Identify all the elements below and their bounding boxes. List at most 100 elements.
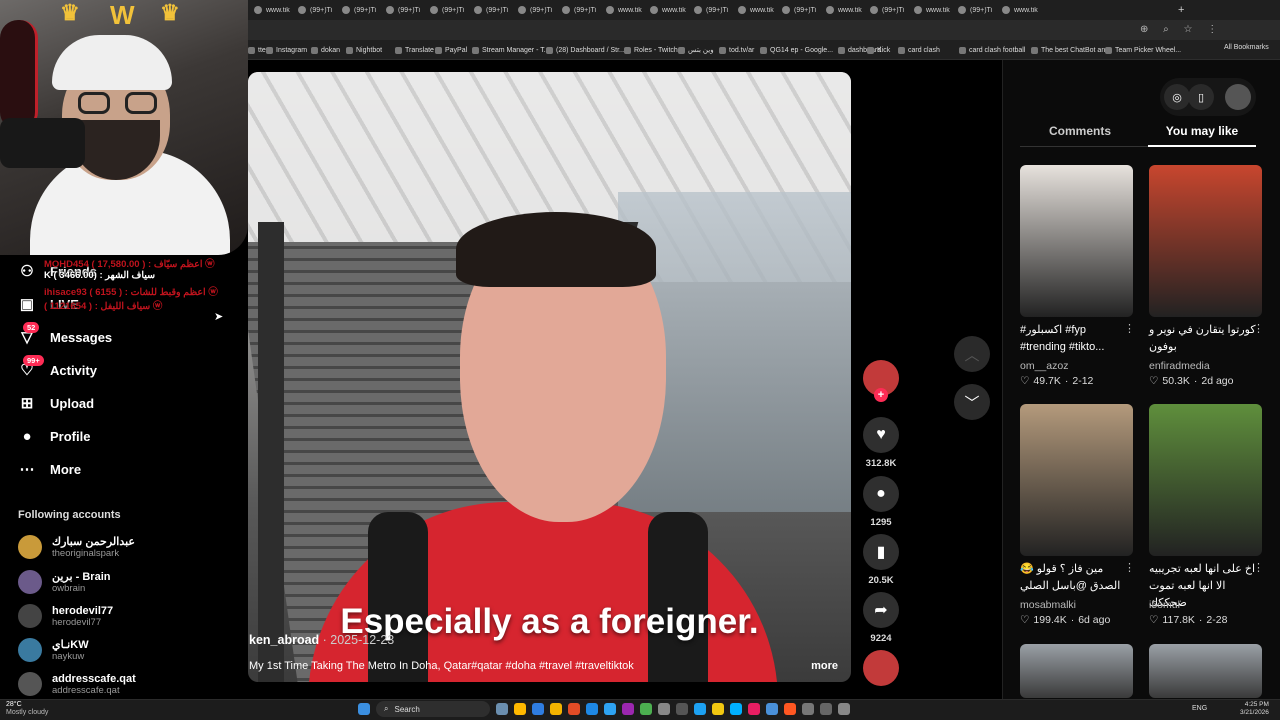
taskbar-app-icon[interactable] bbox=[748, 703, 760, 715]
video-player[interactable]: Especially as a foreigner. ken_abroad · … bbox=[248, 72, 851, 682]
more-options-icon[interactable]: ⋮ bbox=[1253, 561, 1264, 574]
video-thumbnail[interactable] bbox=[1149, 644, 1262, 698]
recommended-author[interactable]: om__azoz bbox=[1020, 360, 1068, 372]
video-thumbnail[interactable] bbox=[1020, 165, 1133, 317]
next-video-button[interactable]: ﹀ bbox=[954, 384, 990, 420]
bookmark-item[interactable]: وين بتس bbox=[678, 44, 714, 56]
phone-icon[interactable]: ▯ bbox=[1188, 84, 1214, 110]
browser-tab[interactable]: (99+)Ti bbox=[688, 2, 732, 18]
browser-tab[interactable]: (99+)Ti bbox=[512, 2, 556, 18]
bookmark-item[interactable]: Roles - Twitch bbox=[624, 44, 678, 56]
taskbar-app-icon[interactable] bbox=[640, 703, 652, 715]
clock[interactable]: 4:25 PM 3/21/2026 bbox=[1240, 701, 1269, 717]
more-button[interactable]: more bbox=[811, 660, 838, 672]
taskbar-app-icon[interactable] bbox=[820, 703, 832, 715]
recommended-title[interactable]: 😂 مين فاز ؟ قولو الصدق @باسل الصلي bbox=[1020, 561, 1133, 595]
following-account[interactable]: herodevil77 herodevil77 bbox=[18, 604, 113, 628]
browser-tab[interactable]: www.tik bbox=[820, 2, 864, 18]
browser-tab[interactable]: (99+)Ti bbox=[556, 2, 600, 18]
browser-tab[interactable]: (99+)Ti bbox=[776, 2, 820, 18]
taskbar-app-icon[interactable] bbox=[514, 703, 526, 715]
bookmark-item[interactable]: card clash bbox=[898, 44, 940, 56]
browser-tab[interactable]: www.tik bbox=[644, 2, 688, 18]
taskbar-app-icon[interactable] bbox=[550, 703, 562, 715]
browser-tab[interactable]: www.tik bbox=[248, 2, 292, 18]
recommended-author[interactable]: mosabmalki bbox=[1020, 599, 1076, 611]
heart-icon[interactable]: ♥ bbox=[863, 417, 899, 453]
tab-you-may-like[interactable]: You may like bbox=[1148, 124, 1256, 138]
profile-avatar[interactable] bbox=[1225, 84, 1251, 110]
account-avatar[interactable] bbox=[18, 604, 42, 628]
taskbar-app-icon[interactable] bbox=[622, 703, 634, 715]
browser-tab[interactable]: (99+)Ti bbox=[292, 2, 336, 18]
account-avatar[interactable] bbox=[18, 638, 42, 662]
account-avatar[interactable] bbox=[18, 535, 42, 559]
sidebar-item-upload[interactable]: ⊞ Upload bbox=[18, 394, 94, 412]
bookmark-item[interactable]: Team Picker Wheel... bbox=[1105, 44, 1181, 56]
taskbar-app-icon[interactable] bbox=[496, 703, 508, 715]
taskbar-search[interactable]: ⌕ Search bbox=[376, 701, 490, 717]
taskbar-app-icon[interactable] bbox=[568, 703, 580, 715]
creator-avatar-button[interactable]: + bbox=[863, 360, 899, 402]
taskbar-app-icon[interactable] bbox=[532, 703, 544, 715]
video-author[interactable]: ken_abroad · 2025-12-23 bbox=[249, 633, 394, 647]
account-avatar[interactable] bbox=[18, 672, 42, 696]
following-account[interactable]: عبدالرحمن سبارك theoriginalspark bbox=[18, 535, 135, 559]
share-action[interactable]: ➦ 9224 bbox=[863, 592, 899, 644]
bookmark-item[interactable]: The best ChatBot an... bbox=[1031, 44, 1111, 56]
taskbar-app-icon[interactable] bbox=[802, 703, 814, 715]
follow-plus-icon[interactable]: + bbox=[874, 388, 888, 402]
bookmark-item[interactable]: QG14 ep - Google... bbox=[760, 44, 833, 56]
taskbar-app-icon[interactable] bbox=[784, 703, 796, 715]
following-account[interactable]: برين - Brain owbrain bbox=[18, 570, 110, 594]
taskbar-app-icon[interactable] bbox=[586, 703, 598, 715]
tab-comments[interactable]: Comments bbox=[1020, 124, 1140, 138]
more-options-icon[interactable]: ⋮ bbox=[1124, 561, 1135, 574]
taskbar-app-icon[interactable] bbox=[838, 703, 850, 715]
video-thumbnail[interactable] bbox=[1149, 404, 1262, 556]
taskbar-app-icon[interactable] bbox=[712, 703, 724, 715]
browser-tab[interactable]: (99+)Ti bbox=[468, 2, 512, 18]
taskbar-app-icon[interactable] bbox=[730, 703, 742, 715]
browser-tab[interactable]: (99+)Ti bbox=[864, 2, 908, 18]
compass-icon[interactable]: ◎ bbox=[1164, 84, 1190, 110]
browser-tab[interactable]: (99+)Ti bbox=[952, 2, 996, 18]
new-tab-button[interactable]: + bbox=[1172, 2, 1188, 18]
bookmark-item[interactable]: Kick bbox=[867, 44, 890, 56]
music-disc-button[interactable] bbox=[863, 650, 899, 686]
bookmark-item[interactable]: PayPal bbox=[435, 44, 467, 56]
recommended-author[interactable]: enfiradmedia bbox=[1149, 360, 1210, 372]
bookmark-item[interactable]: dokan bbox=[311, 44, 340, 56]
bookmark-item[interactable]: (28) Dashboard / Str... bbox=[546, 44, 625, 56]
weather-widget[interactable]: 28°C Mostly cloudy bbox=[6, 701, 48, 717]
comment-icon[interactable]: ● bbox=[863, 476, 899, 512]
more-options-icon[interactable]: ⋮ bbox=[1253, 322, 1264, 335]
following-account[interactable]: نـايKW naykuw bbox=[18, 638, 89, 662]
music-disc-icon[interactable] bbox=[863, 650, 899, 686]
video-thumbnail[interactable] bbox=[1149, 165, 1262, 317]
sidebar-item-more[interactable]: ⋯ More bbox=[18, 460, 82, 478]
all-bookmarks-link[interactable]: All Bookmarks bbox=[1224, 44, 1269, 51]
video-thumbnail[interactable] bbox=[1020, 404, 1133, 556]
recommended-author[interactable]: i5omul bbox=[1149, 599, 1180, 611]
bookmark-item[interactable]: Stream Manager - T... bbox=[472, 44, 550, 56]
bookmark-icon[interactable]: ▮ bbox=[863, 534, 899, 570]
language-indicator[interactable]: ENG bbox=[1192, 705, 1207, 712]
recommended-title[interactable]: كورتوا يتقارن في نوير و بوفون bbox=[1149, 322, 1262, 356]
recommended-title[interactable]: #اكسبلور #fyp #trending #tikto... bbox=[1020, 322, 1133, 356]
taskbar-app-icon[interactable] bbox=[766, 703, 778, 715]
share-icon[interactable]: ➦ bbox=[863, 592, 899, 628]
windows-start-icon[interactable] bbox=[358, 703, 370, 715]
bookmark-item[interactable]: tod.tv/ar bbox=[719, 44, 754, 56]
browser-tab[interactable]: (99+)Ti bbox=[424, 2, 468, 18]
sidebar-item-profile[interactable]: ● Profile bbox=[18, 427, 90, 445]
save-action[interactable]: ▮ 20.5K bbox=[863, 534, 899, 586]
taskbar-app-icon[interactable] bbox=[604, 703, 616, 715]
browser-toolbar-icons[interactable]: ⊕ ⌕ ☆ ⋮ bbox=[1140, 24, 1223, 35]
bookmark-item[interactable]: Translate bbox=[395, 44, 434, 56]
browser-tab[interactable]: www.tik bbox=[908, 2, 952, 18]
taskbar-app-icon[interactable] bbox=[676, 703, 688, 715]
video-author-name[interactable]: ken_abroad bbox=[249, 633, 319, 647]
previous-video-button[interactable]: ︿ bbox=[954, 336, 990, 372]
browser-tab[interactable]: www.tik bbox=[996, 2, 1040, 18]
